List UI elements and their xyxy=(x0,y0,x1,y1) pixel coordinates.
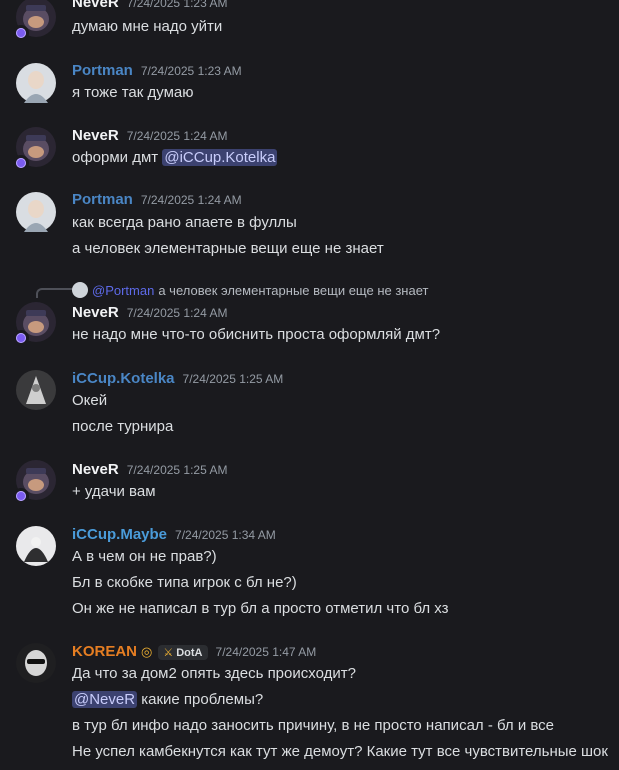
message-text: Он же не написал в тур бл а просто отмет… xyxy=(72,600,449,617)
guild-tag-badge[interactable]: ⚔ DotA xyxy=(158,645,208,660)
avatar-maybe[interactable] xyxy=(16,526,56,566)
message-text: а человек элементарные вещи еще не знает xyxy=(72,240,384,257)
timestamp: 7/24/2025 1:34 AM xyxy=(175,528,276,542)
username[interactable]: iCCup.Maybe xyxy=(72,526,167,543)
reply-username[interactable]: @Portman xyxy=(92,283,154,298)
username[interactable]: KOREAN xyxy=(72,643,137,660)
timestamp: 7/24/2025 1:24 AM xyxy=(140,193,242,207)
guild-tag-label: DotA xyxy=(176,646,203,659)
reply-avatar xyxy=(72,282,88,298)
ring-icon: ◎ xyxy=(141,644,153,659)
username[interactable]: NeveR xyxy=(72,461,119,478)
message-text: думаю мне надо уйти xyxy=(72,18,223,35)
avatar-korean[interactable] xyxy=(16,643,56,683)
avatar-never[interactable] xyxy=(13,460,56,504)
timestamp: 7/24/2025 1:23 AM xyxy=(140,64,242,78)
username[interactable]: NeveR xyxy=(72,304,119,321)
avatar-never[interactable] xyxy=(13,127,56,171)
avatar-never[interactable] xyxy=(13,302,56,346)
username[interactable]: Portman xyxy=(72,62,133,79)
reply-text: а человек элементарные вещи еще не знает xyxy=(158,282,429,298)
timestamp: 7/24/2025 1:25 AM xyxy=(126,463,228,477)
message-text-part: какие проблемы? xyxy=(137,691,264,708)
message-text: как всегда рано апаете в фуллы xyxy=(72,214,297,231)
avatar-kotelka[interactable] xyxy=(16,370,56,410)
avatar-never[interactable] xyxy=(13,0,56,41)
message-text: А в чем он не прав?) xyxy=(72,548,217,565)
message-text: в тур бл инфо надо заносить причину, в н… xyxy=(72,717,555,734)
reply-spine xyxy=(36,288,74,298)
username[interactable]: iCCup.Kotelka xyxy=(72,370,175,387)
message-text: Бл в скобке типа игрок с бл не?) xyxy=(72,574,297,591)
timestamp: 7/24/2025 1:23 AM xyxy=(126,0,228,10)
message-text: не надо мне что-то обиснить проста оформ… xyxy=(72,326,441,343)
username[interactable]: NeveR xyxy=(72,127,119,144)
timestamp: 7/24/2025 1:24 AM xyxy=(126,306,228,320)
timestamp: 7/24/2025 1:47 AM xyxy=(215,645,317,659)
status-icon xyxy=(13,155,29,171)
user-mention[interactable]: @NeveR xyxy=(72,691,138,708)
avatar-portman[interactable] xyxy=(16,192,56,232)
message-text: Окей xyxy=(72,392,108,409)
username[interactable]: NeveR xyxy=(72,0,119,11)
sword-icon: ⚔ xyxy=(163,647,174,659)
status-icon xyxy=(13,488,29,504)
timestamp: 7/24/2025 1:24 AM xyxy=(126,129,228,143)
message-text: после турнира xyxy=(72,418,174,435)
message-text: оформи дмт @iCCup.Kotelka xyxy=(72,149,278,166)
user-mention[interactable]: @iCCup.Kotelka xyxy=(162,149,278,166)
timestamp: 7/24/2025 1:25 AM xyxy=(182,372,284,386)
message-text: Не успел камбекнутся как тут же демоут? … xyxy=(72,743,608,760)
avatar-portman[interactable] xyxy=(16,63,56,103)
status-icon xyxy=(13,330,29,346)
username[interactable]: Portman xyxy=(72,191,133,208)
message-text-part: оформи дмт xyxy=(72,149,159,166)
message-text: + удачи вам xyxy=(72,483,156,500)
message-text: я тоже так думаю xyxy=(72,84,194,101)
message-text: @NeveR какие проблемы? xyxy=(72,691,263,708)
reply-preview[interactable]: @Portman а человек элементарные вещи еще… xyxy=(72,282,428,298)
status-icon xyxy=(13,25,29,41)
message-text: Да что за дом2 опять здесь происходит? xyxy=(72,665,356,682)
